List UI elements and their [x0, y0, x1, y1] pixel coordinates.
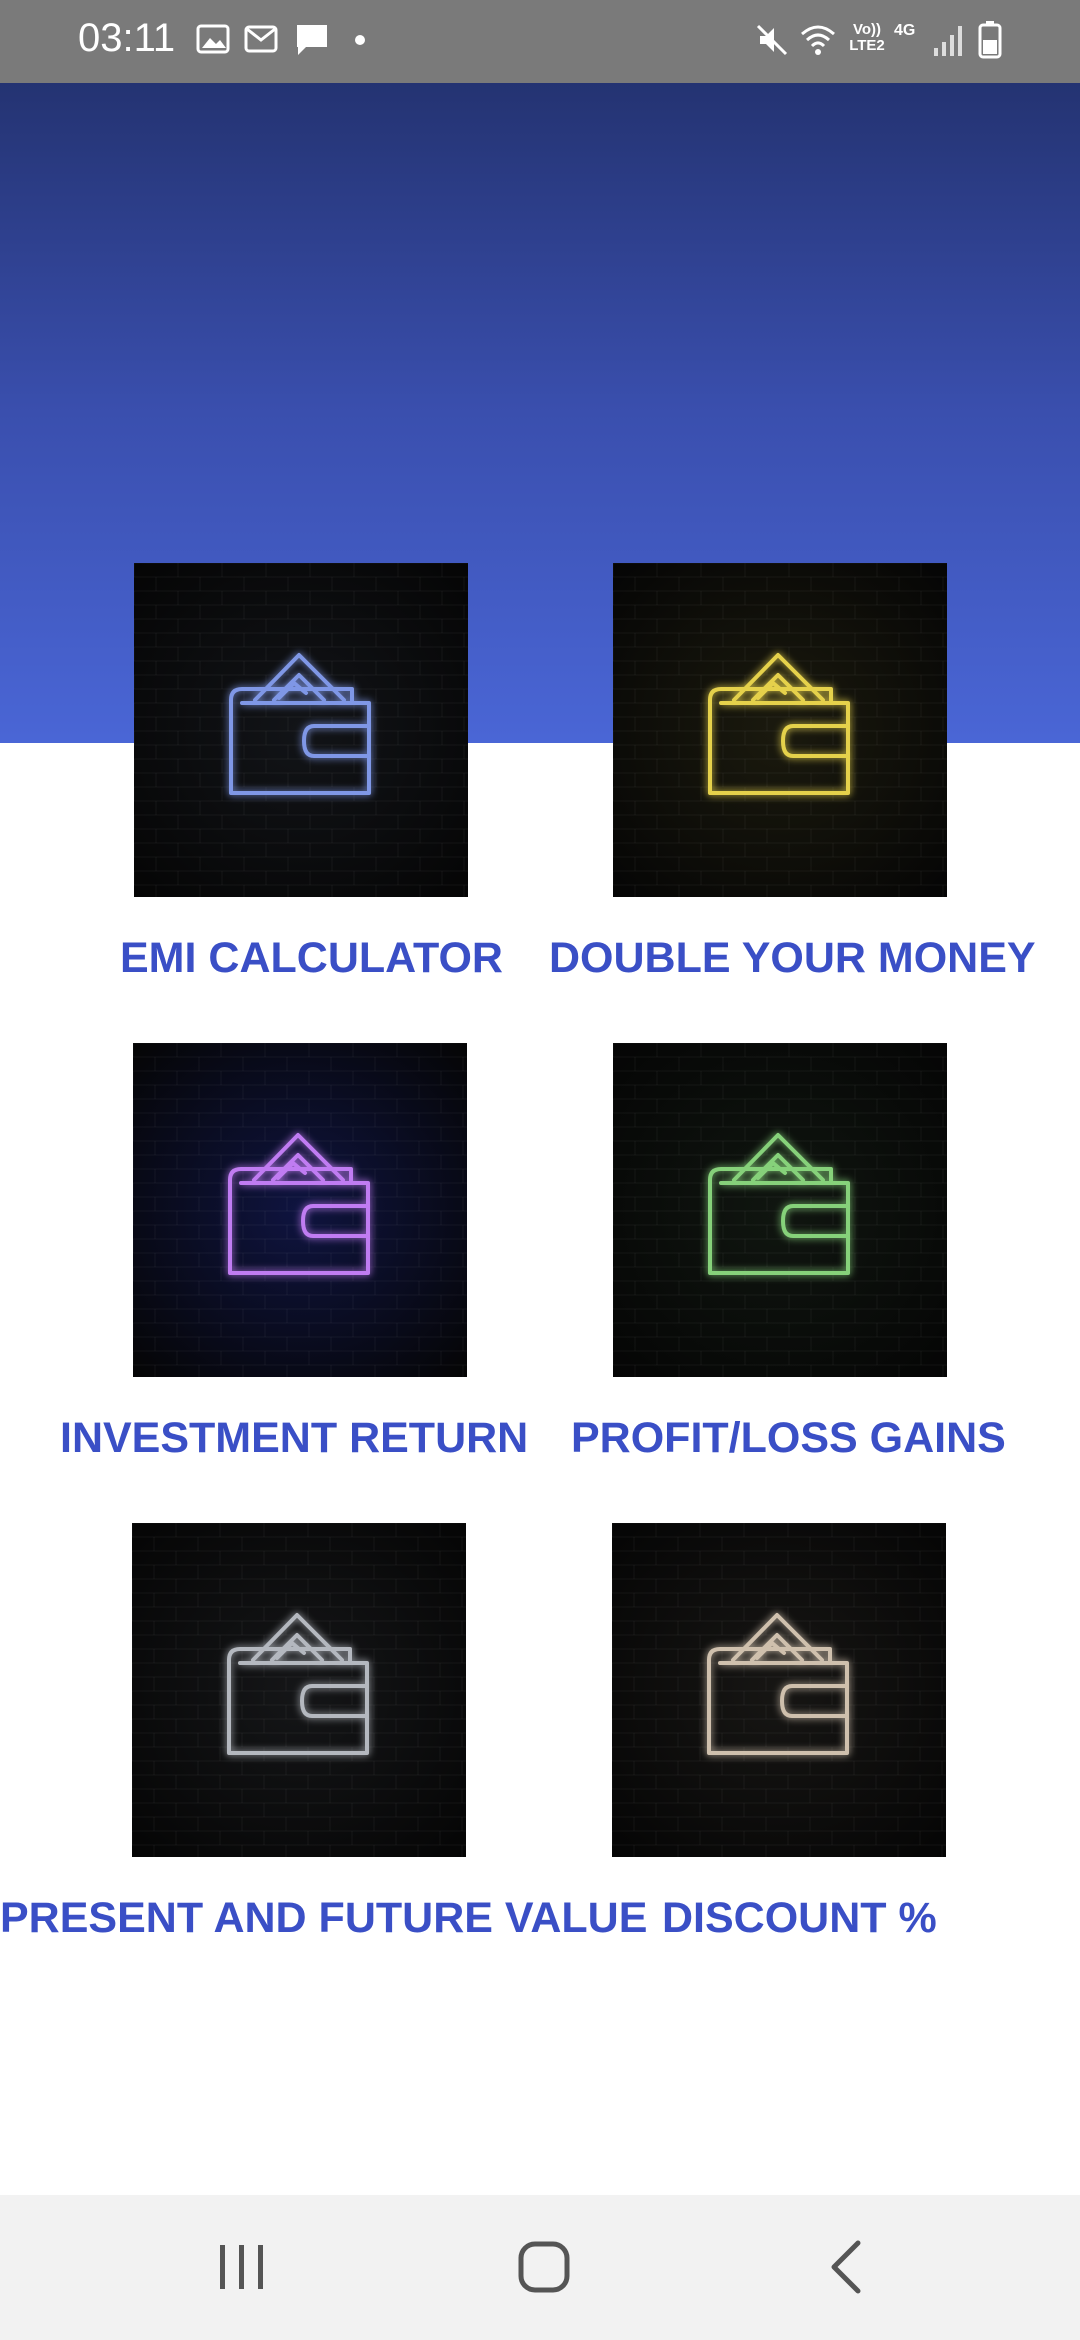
battery-icon — [978, 21, 1002, 59]
wallet-icon — [133, 1043, 467, 1377]
dot-icon — [355, 35, 365, 45]
tile-profit-loss-gains[interactable] — [613, 1043, 947, 1377]
signal-icon — [934, 26, 962, 56]
tile-label-investment-return[interactable]: INVESTMENT RETURN — [60, 1414, 528, 1463]
home-icon[interactable] — [516, 2237, 572, 2297]
tile-present-and-future-value[interactable] — [132, 1523, 466, 1857]
tile-investment-return[interactable] — [133, 1043, 467, 1377]
tile-emi-calculator[interactable] — [134, 563, 468, 897]
4g-icon: 4G — [894, 22, 916, 39]
volte-icon: Vo)) LTE2 — [849, 21, 885, 54]
mail-icon — [244, 25, 278, 53]
tile-label-discount[interactable]: DISCOUNT % — [662, 1894, 937, 1943]
gallery-icon — [196, 24, 230, 54]
tile-label-present-and-future-value[interactable]: PRESENT AND FUTURE VALUE — [0, 1894, 647, 1943]
status-time: 03:11 — [78, 16, 176, 60]
mute-icon — [756, 24, 788, 56]
back-icon[interactable] — [820, 2237, 876, 2297]
tile-discount[interactable] — [612, 1523, 946, 1857]
wallet-icon — [612, 1523, 946, 1857]
wallet-icon — [613, 1043, 947, 1377]
wallet-icon — [613, 563, 947, 897]
navigation-bar — [0, 2195, 1080, 2340]
wallet-icon — [132, 1523, 466, 1857]
wifi-icon — [801, 25, 835, 55]
status-bar: 03:11 Vo)) LTE2 4G — [0, 0, 1080, 83]
tile-label-profit-loss-gains[interactable]: PROFIT/LOSS GAINS — [571, 1414, 1006, 1463]
tile-double-your-money[interactable] — [613, 563, 947, 897]
chat-icon — [297, 25, 327, 55]
tile-label-double-your-money[interactable]: DOUBLE YOUR MONEY — [549, 934, 1036, 983]
wallet-icon — [134, 563, 468, 897]
tile-label-emi-calculator[interactable]: EMI CALCULATOR — [120, 934, 503, 983]
recent-apps-icon[interactable] — [214, 2237, 270, 2297]
